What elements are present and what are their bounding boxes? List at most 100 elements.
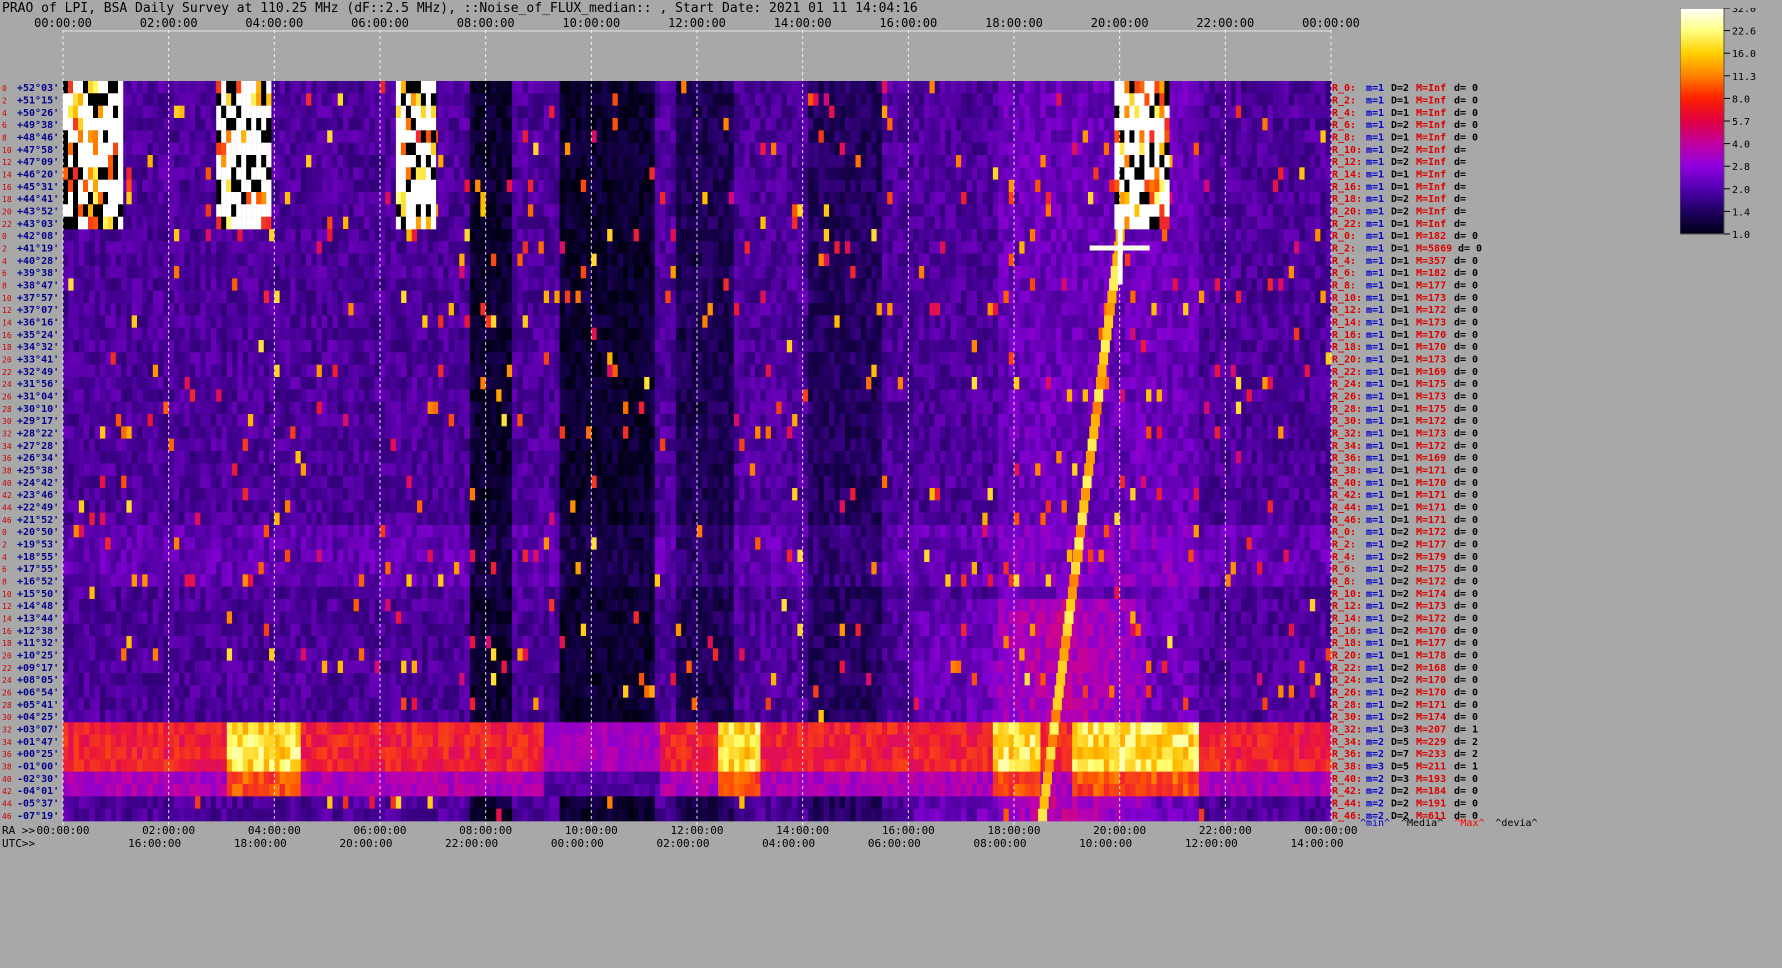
heatmap-cell <box>1251 93 1258 106</box>
heatmap-cell <box>200 241 207 254</box>
heatmap-cell <box>1072 130 1078 143</box>
heatmap-cell <box>876 118 883 131</box>
heatmap-cell <box>306 142 312 156</box>
heatmap-cell <box>158 81 164 94</box>
heatmap-cell <box>749 167 756 180</box>
heatmap-cell <box>617 315 624 328</box>
heatmap-cell <box>189 192 196 205</box>
heatmap-cell <box>945 179 951 193</box>
heatmap-cell <box>279 81 286 94</box>
heatmap-cell <box>913 204 920 217</box>
heatmap-cell <box>818 179 825 193</box>
heatmap-cell <box>950 290 957 304</box>
heatmap-cell <box>866 118 872 131</box>
heatmap-cell <box>1241 81 1247 94</box>
heatmap-cell <box>924 266 930 279</box>
heatmap-cell <box>549 155 555 168</box>
heatmap-cell <box>490 142 497 156</box>
heatmap-cell <box>184 192 191 205</box>
heatmap-cell <box>464 253 471 267</box>
heatmap-cell <box>1093 93 1099 106</box>
heatmap-cell <box>765 327 772 341</box>
heatmap-cell <box>321 142 328 156</box>
heatmap-cell <box>158 216 164 230</box>
heatmap-cell <box>1045 192 1052 205</box>
heatmap-cell <box>834 155 841 168</box>
heatmap-cell <box>158 105 164 119</box>
heatmap-cell <box>823 155 830 168</box>
heatmap-cell <box>295 290 302 304</box>
heatmap-cell <box>327 229 333 242</box>
heatmap-cell <box>385 93 391 106</box>
heatmap-cell <box>337 204 344 217</box>
heatmap-cell <box>284 229 291 242</box>
heatmap-cell <box>485 155 492 168</box>
heatmap-cell <box>380 253 386 267</box>
heatmap-cell <box>1183 118 1189 131</box>
heatmap-cell <box>512 315 518 328</box>
heatmap-cell <box>638 315 645 328</box>
heatmap-cell <box>844 192 851 205</box>
heatmap-cell <box>316 93 323 106</box>
heatmap-cell <box>570 290 576 304</box>
heatmap-cell <box>1045 105 1052 119</box>
heatmap-cell <box>73 315 80 328</box>
heatmap-cell <box>464 266 471 279</box>
heatmap-cell <box>179 327 185 341</box>
heatmap-cell <box>1230 105 1237 119</box>
heatmap-cell <box>776 216 782 230</box>
heatmap-cell <box>226 253 233 267</box>
heatmap-cell <box>559 118 566 131</box>
heatmap-cell <box>68 253 74 267</box>
heatmap-cell <box>1288 290 1295 304</box>
heatmap-cell <box>855 327 862 341</box>
heatmap-cell <box>1204 266 1210 279</box>
heatmap-cell <box>549 241 555 254</box>
heatmap-cell <box>675 204 682 217</box>
heatmap-cell <box>829 315 835 328</box>
heatmap-cell <box>1077 142 1084 156</box>
heatmap-cell <box>1235 118 1242 131</box>
heatmap-cell <box>84 241 90 254</box>
heatmap-cell <box>707 155 714 168</box>
heatmap-cell <box>575 315 582 328</box>
heatmap-cell <box>1262 155 1268 168</box>
heatmap-cell <box>284 192 291 205</box>
heatmap-cell <box>1024 253 1031 267</box>
heatmap-cell <box>1288 81 1295 94</box>
heatmap-cell <box>527 266 534 279</box>
heatmap-cell <box>654 303 661 316</box>
heatmap-cell <box>860 118 867 131</box>
heatmap-cell <box>876 105 883 119</box>
heatmap-cell <box>607 253 613 267</box>
heatmap-cell <box>1315 179 1321 193</box>
heatmap-cell <box>226 278 233 291</box>
heatmap-cell <box>380 266 386 279</box>
heatmap-cell <box>612 278 619 291</box>
heatmap-cell <box>1040 192 1047 205</box>
heatmap-cell <box>549 204 555 217</box>
heatmap-cell <box>718 142 724 156</box>
heatmap-cell <box>998 253 1004 267</box>
heatmap-cell <box>823 142 830 156</box>
heatmap-cell <box>152 327 159 341</box>
heatmap-cell <box>728 167 735 180</box>
heatmap-cell <box>490 241 497 254</box>
heatmap-cell <box>1278 315 1284 328</box>
heatmap-cell <box>918 266 925 279</box>
heatmap-cell <box>1309 105 1316 119</box>
heatmap-cell <box>1267 192 1274 205</box>
heatmap-cell <box>195 155 201 168</box>
heatmap-cell <box>332 130 339 143</box>
heatmap-cell <box>955 229 962 242</box>
heatmap-cell <box>628 192 634 205</box>
heatmap-cell <box>908 105 915 119</box>
heatmap-cell <box>247 327 254 341</box>
heatmap-cell <box>321 81 328 94</box>
heatmap-cell <box>337 81 344 94</box>
heatmap-cell <box>623 253 629 267</box>
heatmap-cell <box>855 278 862 291</box>
heatmap-cell <box>749 278 756 291</box>
heatmap-cell <box>728 192 735 205</box>
heatmap-cell <box>496 167 502 180</box>
